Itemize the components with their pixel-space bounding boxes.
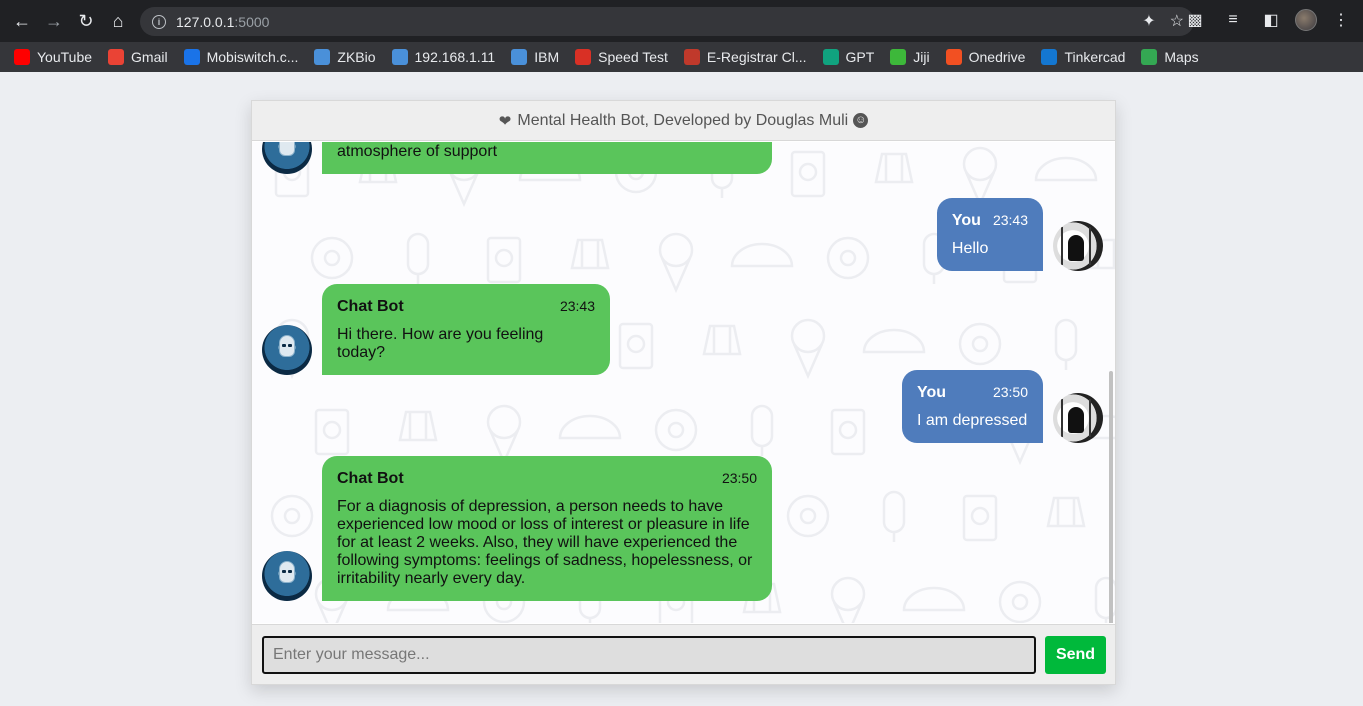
profile-avatar[interactable]	[1295, 9, 1317, 31]
tinkercad-icon	[1041, 49, 1058, 65]
message-text: Hi there. How are you feeling today?	[337, 326, 544, 361]
home-icon[interactable]: ⌂	[102, 5, 134, 37]
menu-icon[interactable]: ⋮	[1327, 6, 1355, 34]
bot-bubble: dedicated to safeguarding your well-bein…	[322, 142, 772, 174]
message-time: 23:50	[721, 470, 757, 486]
url-port: :5000	[234, 13, 270, 30]
chat-header: ❤ Mental Health Bot, Developed by Dougla…	[252, 101, 1115, 141]
bookmark-label: Jiji	[913, 49, 930, 65]
share-icon[interactable]: ✦	[1142, 11, 1155, 31]
bookmark-item[interactable]: ZKBio	[314, 49, 376, 65]
bot-avatar	[262, 551, 312, 601]
bookmarks-bar: YouTube Gmail Mobiswitch.c... ZKBio 192.168.…	[0, 42, 1363, 72]
user-bubble: You 23:50 I am depressed	[902, 370, 1043, 443]
back-icon[interactable]: ←	[6, 5, 38, 37]
maps-icon	[1141, 49, 1158, 65]
gmail-icon	[108, 49, 125, 65]
bookmark-label: 192.168.1.11	[414, 49, 496, 65]
message-list[interactable]: dedicated to safeguarding your well-bein…	[252, 142, 1115, 623]
message-user: You 23:43 Hello	[936, 198, 1103, 271]
nav-buttons: ← → ↻ ⌂	[6, 5, 134, 37]
bookmark-item[interactable]: Speed Test	[575, 49, 668, 65]
bookmark-item[interactable]: E-Registrar Cl...	[683, 49, 807, 65]
media-icon[interactable]: ≡	[1219, 6, 1247, 34]
address-bar[interactable]: i 127.0.0.1:5000 ✦ ☆	[140, 7, 1194, 36]
info-icon[interactable]: i	[152, 14, 166, 29]
bookmark-label: Tinkercad	[1064, 49, 1126, 65]
bookmark-label: ZKBio	[337, 49, 376, 65]
message-text: dedicated to safeguarding your well-bein…	[337, 143, 498, 160]
smile-icon: ☺	[853, 113, 869, 128]
bookmark-item[interactable]: IBM	[511, 49, 559, 65]
send-button[interactable]: Send	[1045, 636, 1106, 674]
bookmark-label: IBM	[534, 49, 560, 65]
bookmark-item[interactable]: YouTube	[14, 49, 92, 65]
grid-icon	[391, 49, 408, 65]
url-host: 127.0.0.1	[176, 13, 235, 30]
bot-avatar	[262, 325, 312, 375]
bookmark-item[interactable]: GPT	[822, 49, 875, 65]
sender-name: You	[917, 384, 947, 401]
heartbeat-icon: ❤	[498, 112, 512, 130]
message-bot: Chat Bot 23:43 Hi there. How are you fee…	[262, 284, 610, 375]
message-text: For a diagnosis of depression, a person …	[337, 498, 753, 587]
bot-bubble: Chat Bot 23:50 For a diagnosis of depres…	[322, 456, 772, 601]
openai-icon	[822, 49, 839, 65]
user-bubble: You 23:43 Hello	[936, 198, 1043, 271]
grid-icon	[511, 49, 528, 65]
bookmark-item[interactable]: Gmail	[108, 49, 168, 65]
message-user: You 23:50 I am depressed	[902, 370, 1103, 443]
shield-icon	[314, 49, 331, 65]
bot-avatar	[262, 142, 312, 174]
bookmark-item[interactable]: Onedrive	[945, 49, 1026, 65]
bookmark-label: YouTube	[37, 49, 93, 65]
bookmark-item[interactable]: Tinkercad	[1041, 49, 1125, 65]
eregistrar-icon	[683, 49, 700, 65]
bookmark-label: Maps	[1164, 49, 1199, 65]
message-bot: Chat Bot 23:50 For a diagnosis of depres…	[262, 456, 772, 601]
user-avatar	[1053, 393, 1103, 443]
scrollbar[interactable]	[1109, 371, 1113, 623]
side-panel-icon[interactable]: ◧	[1257, 6, 1285, 34]
message-time: 23:43	[559, 298, 595, 314]
user-avatar	[1053, 221, 1103, 271]
input-area: Send	[252, 624, 1115, 684]
bookmark-label: Onedrive	[968, 49, 1026, 65]
message-text: I am depressed	[917, 412, 1028, 429]
bookmark-label: E-Registrar Cl...	[706, 49, 807, 65]
chat-title: Mental Health Bot, Developed by Douglas …	[517, 111, 849, 129]
microsoft-icon	[945, 49, 962, 65]
speedometer-icon	[575, 49, 592, 65]
sender-name: Chat Bot	[337, 298, 404, 315]
message-input[interactable]	[262, 636, 1036, 674]
bookmark-item[interactable]: Maps	[1141, 49, 1199, 65]
extensions-icon[interactable]: ▩	[1181, 6, 1209, 34]
bookmark-label: Gmail	[131, 49, 168, 65]
chat-panel: ❤ Mental Health Bot, Developed by Dougla…	[251, 100, 1116, 685]
bookmark-label: GPT	[845, 49, 875, 65]
browser-toolbar: ← → ↻ ⌂ i 127.0.0.1:5000 ✦ ☆ ▩ ≡ ◧ ⋮	[0, 0, 1363, 42]
message-text: Hello	[951, 240, 989, 257]
message-time: 23:50	[992, 384, 1028, 400]
sender-name: You	[951, 212, 981, 229]
youtube-icon	[14, 49, 30, 65]
jiji-icon	[890, 49, 907, 65]
bookmark-item[interactable]: 192.168.1.11	[391, 49, 496, 65]
forward-icon[interactable]: →	[38, 5, 70, 37]
bookmark-label: Mobiswitch.c...	[206, 49, 299, 65]
reload-icon[interactable]: ↻	[70, 5, 102, 37]
bot-bubble: Chat Bot 23:43 Hi there. How are you fee…	[322, 284, 610, 375]
message-bot-partial: dedicated to safeguarding your well-bein…	[262, 142, 772, 174]
bookmark-item[interactable]: Mobiswitch.c...	[183, 49, 299, 65]
message-time: 23:43	[992, 212, 1028, 228]
bookmark-label: Speed Test	[598, 49, 668, 65]
mobiswitch-icon	[183, 49, 200, 65]
bookmark-item[interactable]: Jiji	[890, 49, 930, 65]
sender-name: Chat Bot	[337, 470, 404, 487]
